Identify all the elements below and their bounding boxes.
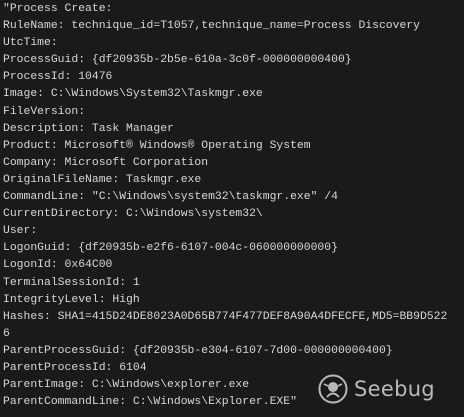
log-line-current-directory: CurrentDirectory: C:\Windows\system32\	[3, 208, 263, 221]
log-line-logon-id: LogonId: 0x64C00	[3, 259, 113, 272]
log-line-process-create: "Process Create:	[3, 3, 113, 15]
log-line-description: Description: Task Manager	[3, 122, 174, 135]
log-line-hashes-continued: 6	[3, 327, 10, 340]
log-line-parent-process-guid: ParentProcessGuid: {df20935b-e304-6107-7…	[3, 344, 393, 357]
log-line-company: Company: Microsoft Corporation	[3, 156, 209, 169]
seebug-logo-icon	[318, 374, 348, 404]
seebug-brand-text: Seebug	[354, 377, 435, 401]
log-line-rule-name: RuleName: technique_id=T1057,technique_n…	[3, 20, 420, 33]
log-line-original-file-name: OriginalFileName: Taskmgr.exe	[3, 173, 202, 186]
log-line-terminal-session-id: TerminalSessionId: 1	[3, 276, 140, 289]
log-line-process-guid: ProcessGuid: {df20935b-2b5e-610a-3c0f-00…	[3, 54, 352, 67]
log-line-user: User:	[3, 225, 38, 238]
log-line-image: Image: C:\Windows\System32\Taskmgr.exe	[3, 88, 263, 101]
log-line-integrity-level: IntegrityLevel: High	[3, 293, 140, 306]
log-line-utc-time: UtcTime:	[3, 37, 58, 50]
log-line-product: Product: Microsoft® Windows® Operating S…	[3, 139, 311, 152]
log-line-command-line: CommandLine: "C:\Windows\system32\taskmg…	[3, 191, 338, 204]
log-line-file-version: FileVersion:	[3, 105, 86, 118]
seebug-watermark: Seebug	[318, 374, 435, 404]
log-line-hashes: Hashes: SHA1=415D24DE8023A0D65B774F477DE…	[3, 310, 448, 323]
event-log-text: "Process Create: RuleName: technique_id=…	[0, 0, 464, 417]
log-line-process-id: ProcessId: 10476	[3, 71, 113, 84]
log-line-logon-guid: LogonGuid: {df20935b-e2f6-6107-004c-0600…	[3, 242, 338, 255]
